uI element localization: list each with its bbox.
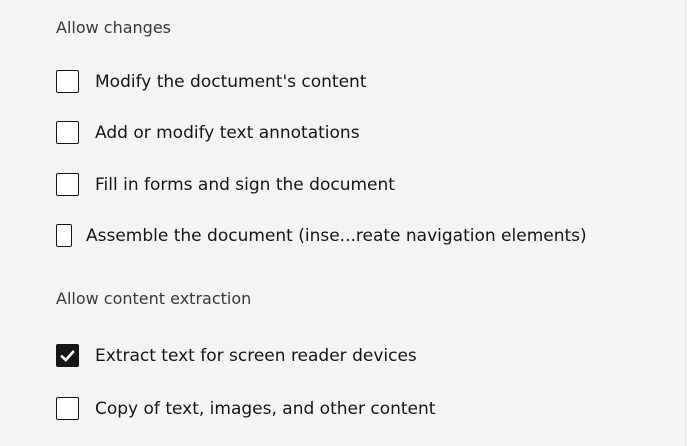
fill-forms-option[interactable]: Fill in forms and sign the document [56, 173, 395, 196]
copy-content-option[interactable]: Copy of text, images, and other content [56, 397, 435, 420]
text-annotations-checkbox[interactable] [56, 121, 79, 144]
checkmark-icon [60, 349, 75, 362]
copy-content-label: Copy of text, images, and other content [95, 398, 436, 419]
extract-text-option[interactable]: Extract text for screen reader devices [56, 344, 417, 367]
extract-text-checkbox[interactable] [56, 344, 79, 367]
modify-content-option[interactable]: Modify the doctument's content [56, 70, 367, 93]
extract-text-label: Extract text for screen reader devices [95, 345, 417, 366]
fill-forms-label: Fill in forms and sign the document [95, 174, 395, 195]
fill-forms-checkbox[interactable] [56, 173, 79, 196]
text-annotations-label: Add or modify text annotations [95, 122, 360, 143]
modify-content-checkbox[interactable] [56, 70, 79, 93]
assemble-document-checkbox[interactable] [56, 224, 72, 247]
permissions-panel: Allow changes Modify the doctument's con… [0, 0, 686, 446]
text-annotations-option[interactable]: Add or modify text annotations [56, 121, 360, 144]
section-title-allow-changes: Allow changes [56, 18, 172, 37]
assemble-document-option[interactable]: Assemble the document (inse...reate navi… [56, 224, 587, 247]
section-title-allow-content-extraction: Allow content extraction [56, 289, 252, 308]
copy-content-checkbox[interactable] [56, 397, 79, 420]
modify-content-label: Modify the doctument's content [95, 71, 367, 92]
assemble-document-label: Assemble the document (inse...reate navi… [86, 225, 587, 246]
